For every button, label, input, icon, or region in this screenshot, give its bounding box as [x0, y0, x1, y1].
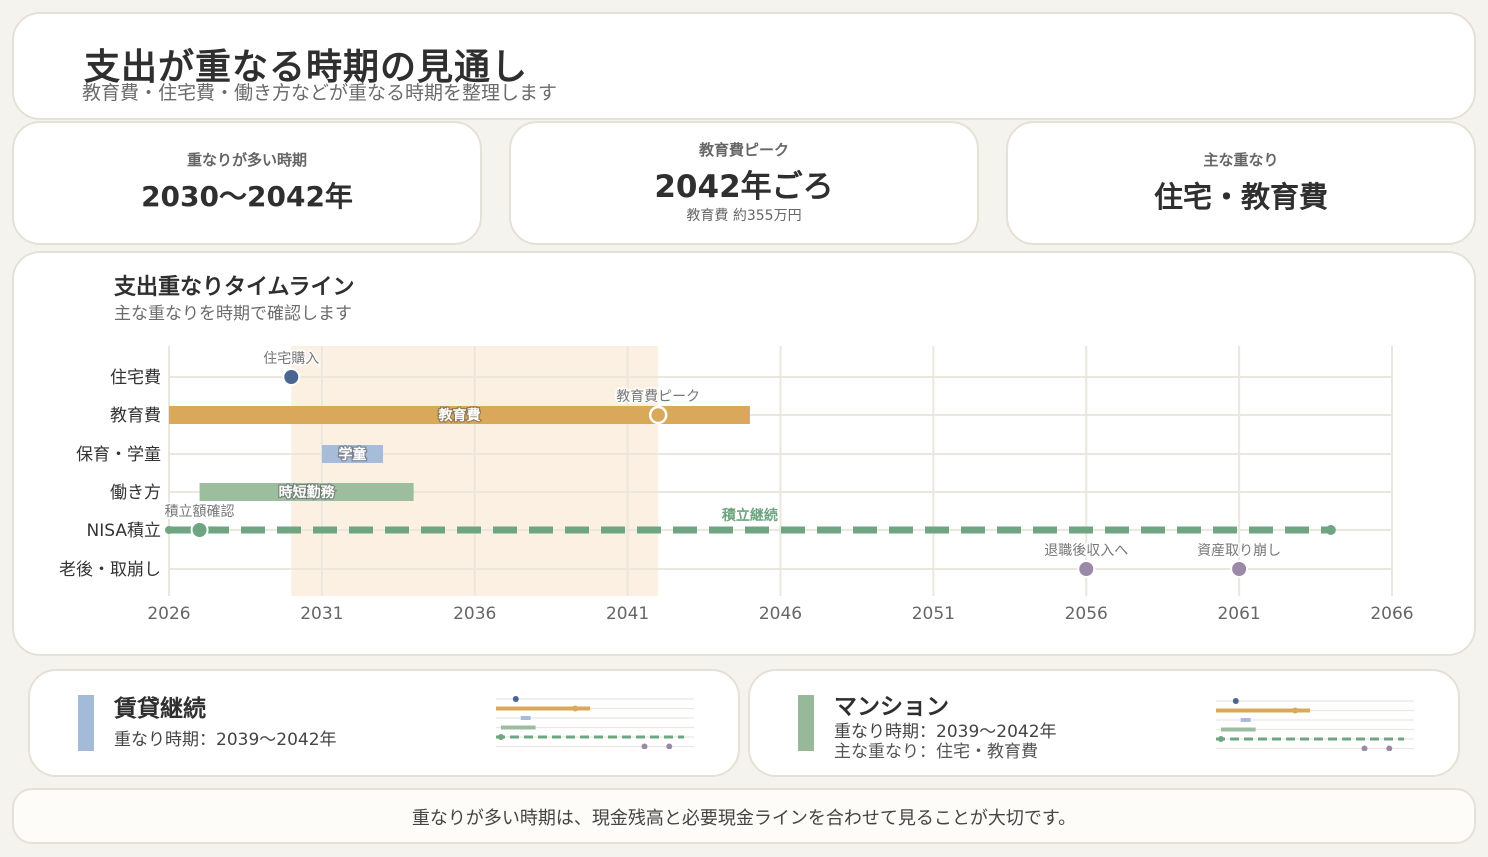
chart-title: 支出重なりタイムライン	[114, 275, 355, 300]
footer-text: 重なりが多い時期は、現金残高と必要現金ラインを合わせて見ることが大切です。	[411, 808, 1077, 829]
scenario-color-bar	[78, 695, 94, 751]
bar-label: 時短勤務	[279, 484, 336, 501]
bar-label: 教育費	[438, 407, 480, 424]
kpi-label: 主な重なり	[1203, 151, 1279, 169]
x-tick-label: 2061	[1217, 604, 1260, 624]
kpi-value: 2030〜2042年	[141, 180, 353, 213]
kpi-overlap-period: 重なりが多い時期 2030〜2042年	[12, 121, 482, 245]
x-tick-label: 2036	[453, 604, 496, 624]
x-tick-label: 2041	[606, 604, 649, 624]
mini-bar	[520, 716, 531, 720]
kpi-education-peak: 教育費ピーク 2042年ごろ 教育費 約355万円	[509, 121, 979, 245]
mini-event	[512, 696, 519, 702]
event-label: 積立額確認	[165, 504, 235, 520]
scenario-overlap: 主な重なり：住宅・教育費	[834, 742, 1038, 762]
scenario-period: 重なり時期：2039〜2042年	[114, 730, 337, 750]
x-tick-label: 2056	[1065, 604, 1108, 624]
line-end-dot	[165, 526, 173, 534]
mini-bar	[1240, 718, 1251, 722]
row-label: 教育費	[110, 406, 161, 426]
event-marker	[1077, 560, 1096, 578]
event-label: 退職後収入へ	[1044, 543, 1128, 559]
timeline-card: 2026 2031 2036 2041 2046 2051 2056 2061 2066 住宅費教…	[12, 251, 1476, 656]
scenario-name: マンション	[834, 694, 949, 720]
event-marker	[190, 521, 209, 539]
line-end-dot	[1325, 525, 1336, 535]
mini-event	[1292, 707, 1299, 714]
footer-note: 重なりが多い時期は、現金残高と必要現金ラインを合わせて見ることが大切です。	[12, 788, 1476, 844]
row-label: 保育・学童	[76, 445, 161, 465]
mini-event	[1232, 698, 1239, 704]
chart-subtitle: 主な重なりを時期で確認します	[114, 304, 352, 324]
row-label: NISA積立	[87, 521, 161, 541]
x-tick-label: 2051	[912, 604, 955, 624]
scenario-mini-timeline	[496, 696, 694, 749]
scenario-name: 賃貸継続	[114, 696, 206, 722]
kpi-main-overlap: 主な重なり 住宅・教育費	[1006, 121, 1476, 245]
scenario-card-rent: 賃貸継続 重なり時期：2039〜2042年	[28, 669, 740, 777]
x-tick-label: 2046	[759, 604, 802, 624]
mini-event	[1386, 745, 1393, 751]
kpi-value: 住宅・教育費	[1153, 180, 1328, 214]
row-label: 働き方	[110, 483, 161, 503]
mini-event	[666, 743, 673, 749]
row-label: 老後・取崩し	[59, 560, 161, 580]
mini-event	[497, 734, 504, 740]
kpi-label: 教育費ピーク	[698, 141, 789, 159]
x-tick-label: 2026	[147, 604, 190, 624]
mini-event	[572, 705, 579, 712]
mini-bar	[500, 725, 536, 730]
mini-event	[641, 743, 648, 749]
kpi-note: 教育費 約355万円	[686, 208, 802, 224]
kpi-label: 重なりが多い時期	[186, 151, 307, 169]
event-label: 住宅購入	[263, 351, 319, 367]
bar-label: 学童	[338, 446, 366, 463]
scenario-card-mansion: マンション 重なり時期：2039〜2042年 主な重なり：住宅・教育費	[748, 669, 1460, 777]
x-tick-label: 2031	[300, 604, 343, 624]
line-label: 積立継続	[721, 507, 778, 524]
mini-event	[1217, 736, 1224, 742]
mini-event	[1361, 745, 1368, 751]
event-label: 資産取り崩し	[1197, 543, 1281, 559]
x-tick-label: 2066	[1370, 604, 1413, 624]
event-marker	[1230, 560, 1249, 578]
mini-bar	[1220, 727, 1256, 732]
event-label: 教育費ピーク	[616, 389, 700, 405]
row-label: 住宅費	[110, 368, 161, 388]
title-card: 支出が重なる時期の見通し 教育費・住宅費・働き方などが重なる時期を整理します	[12, 12, 1476, 120]
scenario-mini-timeline	[1216, 698, 1414, 751]
scenario-color-bar	[798, 695, 814, 751]
kpi-value: 2042年ごろ	[654, 169, 834, 205]
event-marker	[282, 368, 301, 386]
page-subtitle: 教育費・住宅費・働き方などが重なる時期を整理します	[82, 82, 558, 104]
